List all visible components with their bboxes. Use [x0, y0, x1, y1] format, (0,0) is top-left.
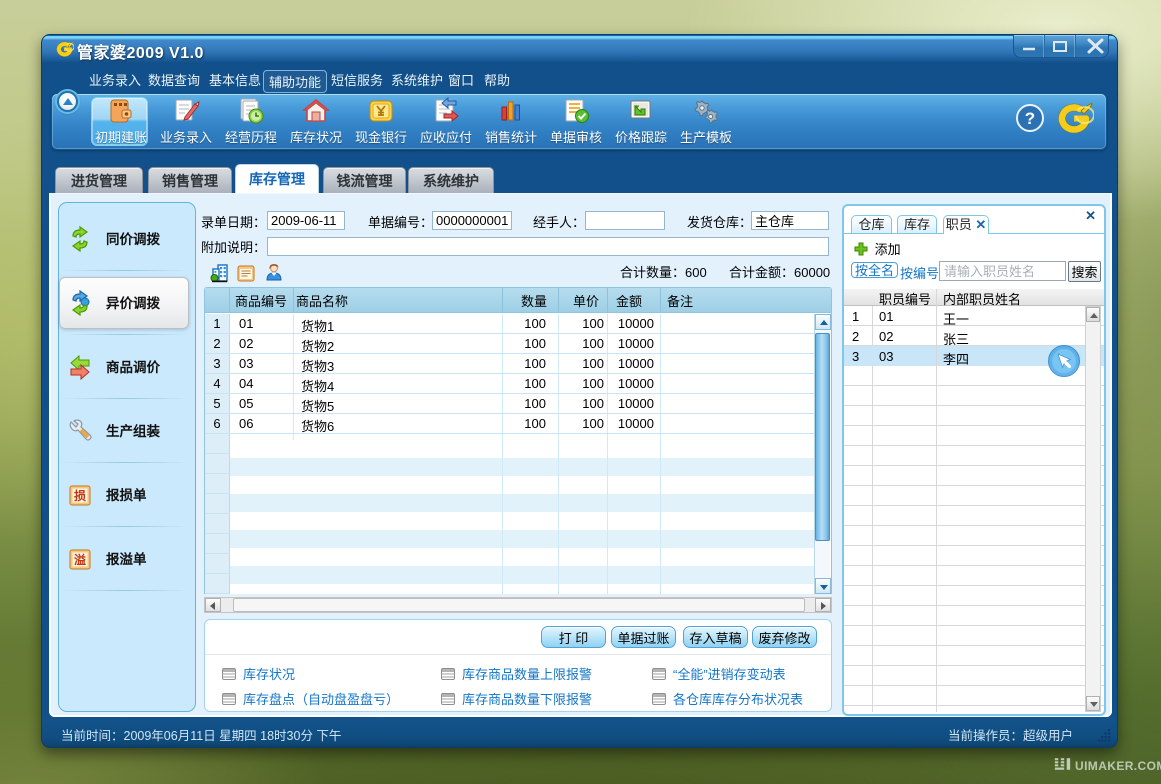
- svg-text:?: ?: [1025, 109, 1035, 128]
- svg-text:损: 损: [74, 488, 86, 503]
- svg-text:溢: 溢: [74, 552, 86, 567]
